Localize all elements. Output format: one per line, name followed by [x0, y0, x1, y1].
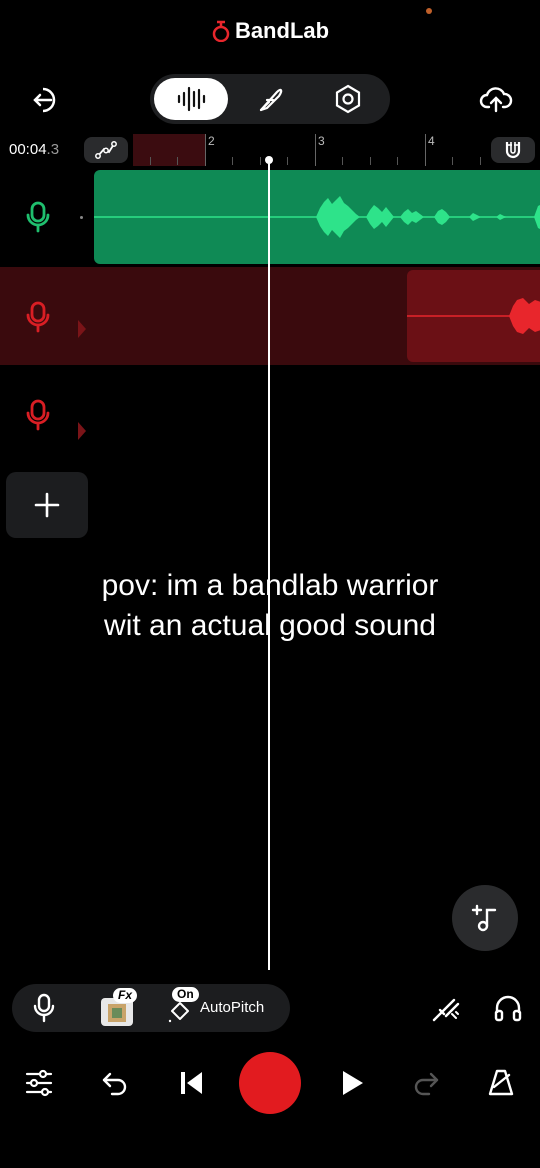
autopitch-label[interactable]: AutoPitch — [200, 999, 264, 1016]
bar-line — [315, 134, 316, 166]
skip-back-icon — [181, 1072, 202, 1094]
tuner-button[interactable] — [424, 986, 468, 1030]
beat-tick — [342, 157, 343, 165]
plus-icon — [34, 492, 60, 518]
beat-tick — [370, 157, 371, 165]
track-1-waveform — [94, 196, 540, 238]
caption-line-1: pov: im a bandlab warrior — [101, 569, 439, 602]
headphones-icon — [494, 995, 522, 1022]
automation-icon — [95, 141, 117, 159]
track-1-volume-indicator — [80, 216, 83, 219]
snap-button[interactable] — [491, 137, 535, 163]
status-dot — [426, 8, 432, 14]
tab-lyrics[interactable] — [240, 78, 300, 120]
track-2-mic-button[interactable] — [18, 297, 58, 337]
track-2-volume-indicator — [78, 320, 86, 338]
metronome-icon — [488, 1069, 514, 1096]
track-3-volume-indicator — [78, 422, 86, 440]
redo-button[interactable] — [404, 1061, 448, 1105]
bandlab-logo-icon — [212, 20, 230, 43]
upload-button[interactable] — [474, 78, 518, 122]
playhead[interactable] — [268, 160, 270, 970]
caption-overlay: pov: im a bandlab warrior wit an actual … — [0, 566, 540, 646]
undo-button[interactable] — [93, 1061, 137, 1105]
beat-tick — [177, 157, 178, 165]
fx-badge: Fx — [113, 988, 138, 1003]
bar-line — [425, 134, 426, 166]
ruler-mark: 3 — [318, 134, 325, 148]
microphone-icon — [26, 201, 50, 233]
microphone-icon — [33, 993, 55, 1023]
beat-tick — [150, 157, 151, 165]
sliders-icon — [25, 1069, 53, 1097]
loop-region[interactable] — [133, 134, 205, 166]
cloud-upload-icon — [479, 87, 513, 113]
bar-line — [205, 134, 206, 166]
redo-icon — [414, 1072, 439, 1096]
tab-tracks[interactable] — [161, 78, 221, 120]
track-1-mic-button[interactable] — [18, 197, 58, 237]
input-mic-button[interactable] — [22, 986, 66, 1030]
time-fraction: .3 — [46, 141, 60, 158]
exit-icon — [33, 87, 56, 113]
track-3-mic-button[interactable] — [18, 395, 58, 435]
microphone-icon — [26, 301, 50, 333]
time-main: 00:04 — [9, 141, 47, 158]
playhead-handle[interactable] — [265, 156, 273, 164]
add-track-button[interactable] — [6, 472, 88, 538]
track-2-clip[interactable] — [407, 270, 540, 362]
add-instrument-button[interactable] — [452, 885, 518, 951]
play-icon — [343, 1071, 363, 1095]
beat-tick — [287, 157, 288, 165]
skip-to-start-button[interactable] — [169, 1061, 213, 1105]
beat-tick — [232, 157, 233, 165]
undo-icon — [102, 1072, 127, 1096]
metronome-button[interactable] — [479, 1061, 523, 1105]
track-1-clip[interactable] — [94, 170, 540, 264]
tuning-fork-icon — [432, 998, 460, 1022]
hexagon-settings-icon — [335, 84, 361, 114]
beat-tick — [397, 157, 398, 165]
waveform-icon — [177, 86, 206, 112]
beat-tick — [260, 157, 261, 165]
autopitch-on-badge: On — [172, 987, 199, 1002]
headphones-button[interactable] — [486, 986, 530, 1030]
add-music-note-icon — [471, 904, 497, 932]
ruler-mark: 4 — [428, 134, 435, 148]
ruler-mark: 2 — [208, 134, 215, 148]
caption-line-2: wit an actual good sound — [104, 609, 436, 642]
beat-tick — [452, 157, 453, 165]
mixer-button[interactable] — [17, 1061, 61, 1105]
exit-button[interactable] — [24, 78, 68, 122]
tab-settings[interactable] — [318, 78, 378, 120]
track-2-waveform — [407, 298, 540, 334]
brand-logo: BandLab — [0, 18, 540, 44]
time-readout: 00:04.3 — [9, 141, 59, 158]
play-button[interactable] — [330, 1061, 374, 1105]
automation-button[interactable] — [84, 137, 128, 163]
record-button[interactable] — [239, 1052, 301, 1114]
beat-tick — [480, 157, 481, 165]
feather-icon — [259, 88, 283, 112]
magnet-icon — [505, 142, 521, 159]
microphone-icon — [26, 399, 50, 431]
